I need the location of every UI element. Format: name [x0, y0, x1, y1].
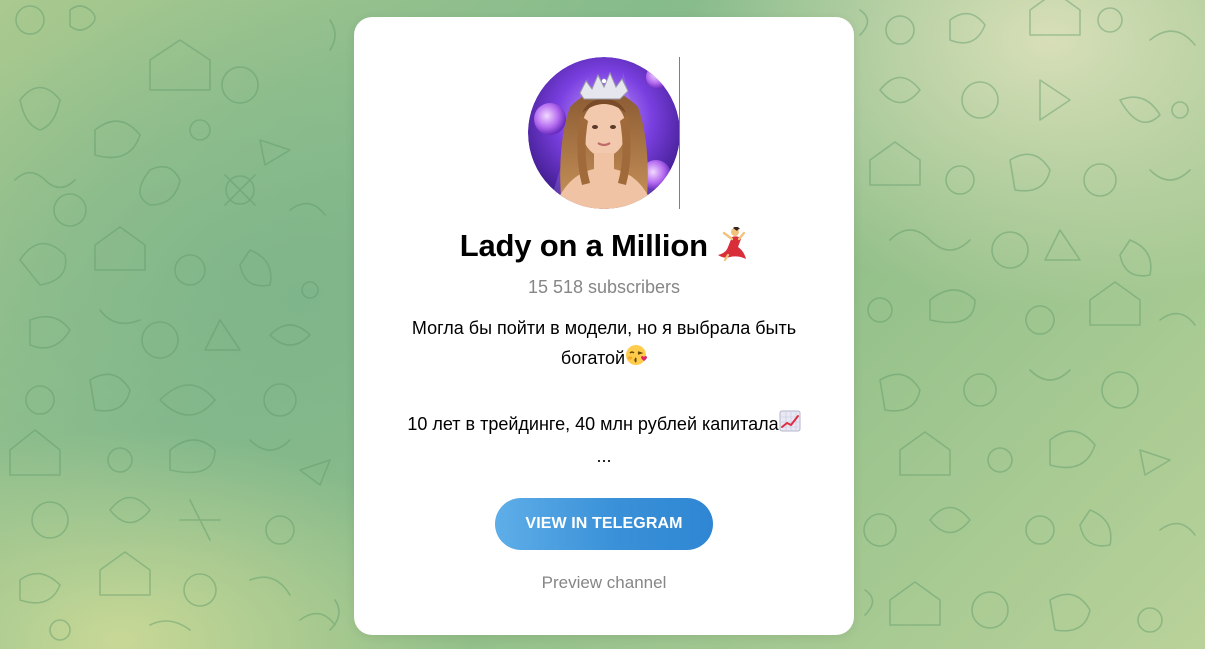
description-line-2-text: богатой	[560, 348, 626, 368]
chart-increasing-emoji-icon	[779, 410, 801, 441]
view-in-telegram-button[interactable]: VIEW IN TELEGRAM	[495, 498, 713, 550]
channel-description: Могла бы пойти в модели, но я выбрала бы…	[374, 313, 834, 471]
kiss-face-emoji-icon	[625, 344, 648, 375]
channel-title: Lady on a Million	[354, 226, 854, 269]
description-line-3: 10 лет в трейдинге, 40 млн рублей капита…	[374, 409, 834, 441]
preview-channel-link[interactable]: Preview channel	[354, 573, 854, 593]
dancer-emoji-icon	[716, 226, 748, 269]
channel-avatar	[528, 57, 680, 209]
description-gap	[374, 375, 834, 409]
avatar-divider-line	[679, 57, 680, 209]
channel-card: Lady on a Million 15 518 subscribers Мог…	[354, 17, 854, 635]
avatar-image	[528, 57, 680, 209]
channel-title-text: Lady on a Million	[459, 228, 708, 264]
description-line-1: Могла бы пойти в модели, но я выбрала бы…	[411, 318, 797, 338]
subscriber-count: 15 518 subscribers	[527, 277, 681, 297]
description-line-2: богатой	[374, 343, 834, 375]
description-line-3-text: 10 лет в трейдинге, 40 млн рублей капита…	[407, 413, 779, 434]
description-ellipsis: ...	[596, 445, 612, 466]
